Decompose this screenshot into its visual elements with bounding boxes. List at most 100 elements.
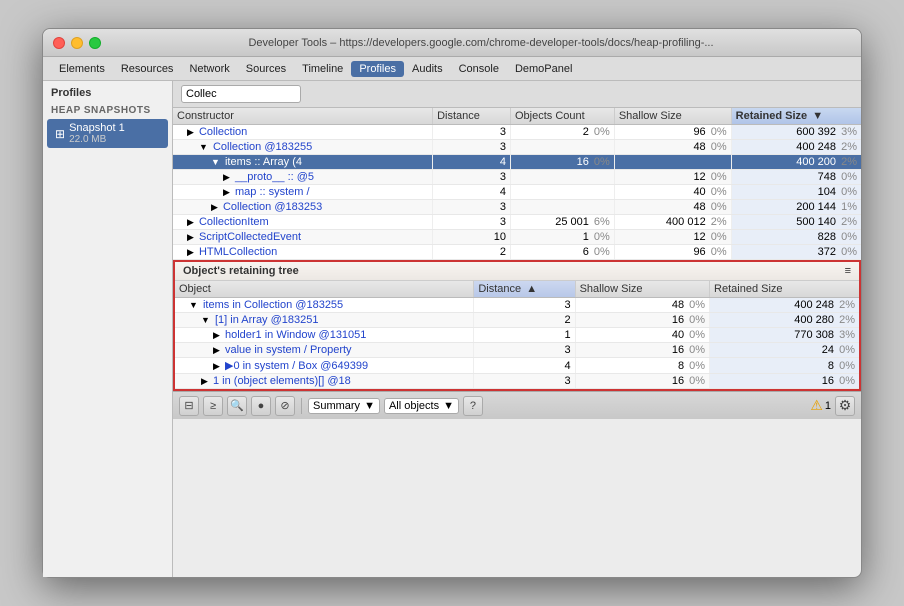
table-row[interactable]: ▶ holder1 in Window @131051 1 40 0% 770 … bbox=[175, 328, 859, 343]
retaining-table-container: Object Distance ▲ Shallow Size Retained … bbox=[175, 281, 859, 389]
expand-icon[interactable]: ▶ bbox=[213, 361, 220, 372]
menu-item-audits[interactable]: Audits bbox=[404, 61, 451, 77]
cell-shallow: 96 0% bbox=[614, 125, 731, 140]
maximize-button[interactable] bbox=[89, 37, 101, 49]
main-panel: Constructor Distance Objects Count Shall… bbox=[173, 81, 861, 577]
retaining-tree-header: Object's retaining tree ≡ bbox=[175, 262, 859, 281]
cell-constructor: ▼ items :: Array (4 bbox=[173, 155, 433, 170]
table-row[interactable]: ▼ items in Collection @183255 3 48 0% 40… bbox=[175, 298, 859, 313]
expand-icon[interactable]: ▼ bbox=[211, 157, 220, 167]
all-objects-label: All objects bbox=[389, 400, 439, 412]
table-row[interactable]: ▶ Collection 3 2 0% 96 0% bbox=[173, 125, 861, 140]
sort-arrow-icon: ▼ bbox=[812, 110, 823, 122]
separator bbox=[301, 398, 302, 414]
table-row-selected[interactable]: ▼ items :: Array (4 4 16 0% 400 200 bbox=[173, 155, 861, 170]
heap-table: Constructor Distance Objects Count Shall… bbox=[173, 108, 861, 260]
heap-table-container: Constructor Distance Objects Count Shall… bbox=[173, 108, 861, 260]
menu-item-timeline[interactable]: Timeline bbox=[294, 61, 351, 77]
retaining-tree-title: Object's retaining tree bbox=[183, 265, 299, 277]
ret-cell-object: ▶ 1 in (object elements)[] @18 bbox=[175, 374, 474, 389]
expand-icon[interactable]: ▼ bbox=[201, 315, 210, 325]
expand-icon[interactable]: ▶ bbox=[187, 247, 194, 258]
expand-icon[interactable]: ▶ bbox=[213, 345, 220, 356]
table-row[interactable]: ▶ value in system / Property 3 16 0% 24 bbox=[175, 343, 859, 358]
expand-icon[interactable]: ▶ bbox=[213, 330, 220, 341]
expand-icon[interactable]: ▶ bbox=[201, 376, 208, 387]
help-icon[interactable]: ? bbox=[463, 396, 483, 416]
window-title: Developer Tools – https://developers.goo… bbox=[111, 37, 851, 49]
col-header-distance: Distance bbox=[433, 108, 511, 125]
expand-icon[interactable]: ▶ bbox=[223, 172, 230, 183]
ban-icon[interactable]: ⊘ bbox=[275, 396, 295, 416]
ret-cell-object: ▼ [1] in Array @183251 bbox=[175, 313, 474, 328]
dropdown-arrow-icon: ▼ bbox=[443, 400, 454, 412]
col-header-objects: Objects Count bbox=[510, 108, 614, 125]
search-input[interactable] bbox=[181, 85, 301, 103]
expand-icon[interactable]: ▶ bbox=[187, 127, 194, 138]
ret-cell-object: ▶ value in system / Property bbox=[175, 343, 474, 358]
menu-item-network[interactable]: Network bbox=[181, 61, 237, 77]
ret-col-object: Object bbox=[175, 281, 474, 298]
sidebar: Profiles HEAP SNAPSHOTS ⊞ Snapshot 1 22.… bbox=[43, 81, 173, 577]
menu-item-elements[interactable]: Elements bbox=[51, 61, 113, 77]
col-header-constructor: Constructor bbox=[173, 108, 433, 125]
table-row[interactable]: ▶ CollectionItem 3 25 001 6% 400 012 2% bbox=[173, 215, 861, 230]
menu-item-demopanel[interactable]: DemoPanel bbox=[507, 61, 580, 77]
search-icon[interactable]: 🔍 bbox=[227, 396, 247, 416]
retaining-table: Object Distance ▲ Shallow Size Retained … bbox=[175, 281, 859, 389]
menu-item-resources[interactable]: Resources bbox=[113, 61, 182, 77]
warning-badge: ⚠ 1 bbox=[810, 397, 831, 414]
menu-item-profiles[interactable]: Profiles bbox=[351, 61, 404, 77]
cell-constructor: ▶ Collection bbox=[173, 125, 433, 140]
summary-label: Summary bbox=[313, 400, 360, 412]
minimize-button[interactable] bbox=[71, 37, 83, 49]
sidebar-title: Profiles bbox=[43, 81, 172, 101]
expand-icon[interactable]: ▶ bbox=[187, 217, 194, 228]
table-row[interactable]: ▶ ▶0 in system / Box @649399 4 8 0% 8 bbox=[175, 358, 859, 374]
summary-dropdown[interactable]: Summary ▼ bbox=[308, 398, 380, 414]
ret-col-distance: Distance ▲ bbox=[474, 281, 575, 298]
ret-cell-object: ▶ ▶0 in system / Box @649399 bbox=[175, 358, 474, 374]
search-bar bbox=[173, 81, 861, 108]
col-header-retained: Retained Size ▼ bbox=[731, 108, 861, 125]
content-area: Profiles HEAP SNAPSHOTS ⊞ Snapshot 1 22.… bbox=[43, 81, 861, 577]
close-button[interactable] bbox=[53, 37, 65, 49]
cell-distance: 3 bbox=[433, 125, 511, 140]
sidebar-item-snapshot1[interactable]: ⊞ Snapshot 1 22.0 MB bbox=[47, 119, 168, 148]
table-row[interactable]: ▶ __proto__ :: @5 3 12 0% 748 0 bbox=[173, 170, 861, 185]
cell-constructor: ▶ __proto__ :: @5 bbox=[173, 170, 433, 185]
expand-icon[interactable]: ▼ bbox=[199, 142, 208, 152]
table-row[interactable]: ▼ [1] in Array @183251 2 16 0% 400 280 bbox=[175, 313, 859, 328]
expand-icon[interactable]: ▶ bbox=[211, 202, 218, 213]
retaining-tree-section: Object's retaining tree ≡ Object Distanc… bbox=[173, 260, 861, 391]
devtools-window: Developer Tools – https://developers.goo… bbox=[42, 28, 862, 578]
menu-item-sources[interactable]: Sources bbox=[238, 61, 294, 77]
table-row[interactable]: ▼ Collection @183255 3 48 0% 400 248 bbox=[173, 140, 861, 155]
expand-icon[interactable]: ▼ bbox=[189, 300, 198, 310]
ret-col-shallow: Shallow Size bbox=[575, 281, 709, 298]
circle-icon[interactable]: ● bbox=[251, 396, 271, 416]
settings-icon[interactable]: ⚙ bbox=[835, 396, 855, 416]
warning-icon: ⚠ bbox=[810, 397, 823, 414]
table-row[interactable]: ▶ ScriptCollectedEvent 10 1 0% 12 0% bbox=[173, 230, 861, 245]
menu-bar: Elements Resources Network Sources Timel… bbox=[43, 57, 861, 81]
table-row[interactable]: ▶ map :: system / 4 40 0% 104 0 bbox=[173, 185, 861, 200]
expand-icon[interactable]: ▶ bbox=[223, 187, 230, 198]
snapshot-label: Snapshot 1 bbox=[69, 122, 125, 134]
expand-icon[interactable]: ▶ bbox=[187, 232, 194, 243]
retaining-tree-menu-icon: ≡ bbox=[845, 265, 851, 277]
table-row[interactable]: ▶ 1 in (object elements)[] @18 3 16 0% 1… bbox=[175, 374, 859, 389]
menu-item-console[interactable]: Console bbox=[451, 61, 507, 77]
screenshot-icon[interactable]: ⊟ bbox=[179, 396, 199, 416]
all-objects-dropdown[interactable]: All objects ▼ bbox=[384, 398, 459, 414]
cell-constructor: ▶ map :: system / bbox=[173, 185, 433, 200]
cell-retained: 600 392 3% bbox=[731, 125, 861, 140]
dropdown-arrow-icon: ▼ bbox=[364, 400, 375, 412]
table-row[interactable]: ▶ HTMLCollection 2 6 0% 96 0% bbox=[173, 245, 861, 260]
table-row[interactable]: ▶ Collection @183253 3 48 0% 200 144 bbox=[173, 200, 861, 215]
traffic-lights bbox=[53, 37, 101, 49]
sort-arrow-icon: ▲ bbox=[526, 283, 537, 295]
ret-col-retained: Retained Size bbox=[710, 281, 859, 298]
cell-constructor: ▶ CollectionItem bbox=[173, 215, 433, 230]
record-icon[interactable]: ≥ bbox=[203, 396, 223, 416]
